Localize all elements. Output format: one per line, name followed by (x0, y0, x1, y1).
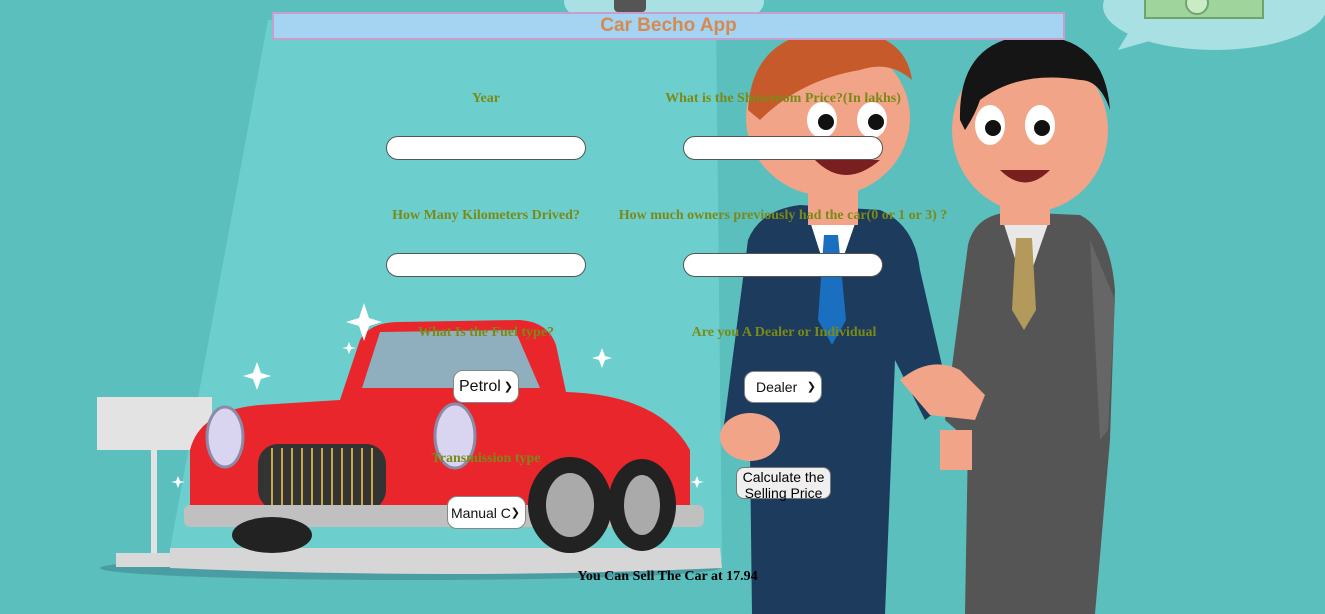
transmission-select[interactable]: Manual C ❯ (447, 496, 526, 529)
year-input[interactable] (386, 136, 586, 160)
owners-label: How much owners previously had the car(0… (618, 208, 948, 223)
showroom-price-input[interactable] (683, 136, 883, 160)
transmission-label: Transmission type (431, 451, 541, 466)
seller-type-label: Are you A Dealer or Individual (691, 325, 877, 340)
result-text: You Can Sell The Car at 17.94 (577, 569, 758, 584)
kilometers-label: How Many Kilometers Drived? (392, 208, 580, 223)
year-label: Year (472, 91, 500, 106)
app-title-bar: Car Becho App (272, 12, 1065, 40)
businessman-left-illustration (720, 29, 950, 614)
calculate-button[interactable]: Calculate the Selling Price (736, 467, 831, 501)
seller-type-selected: Dealer (756, 379, 798, 395)
fuel-type-select[interactable]: Petrol ❯ (453, 370, 519, 403)
owners-input[interactable] (683, 253, 883, 277)
transmission-selected: Manual C (451, 504, 511, 521)
app-title: Car Becho App (600, 15, 737, 36)
kilometers-input[interactable] (386, 253, 586, 277)
seller-type-select[interactable]: Dealer ❯ (744, 371, 822, 403)
select-chevron-icon: ❯ (806, 380, 816, 393)
select-chevron-icon: ❯ (510, 506, 520, 519)
select-chevron-icon: ❯ (503, 380, 513, 393)
fuel-type-selected: Petrol (459, 377, 501, 395)
money-icon (1144, 0, 1264, 19)
fuel-type-label: What Is the Fuel type? (417, 325, 555, 340)
showroom-price-label: What is the Showroom Price?(In lakhs) (665, 91, 901, 106)
